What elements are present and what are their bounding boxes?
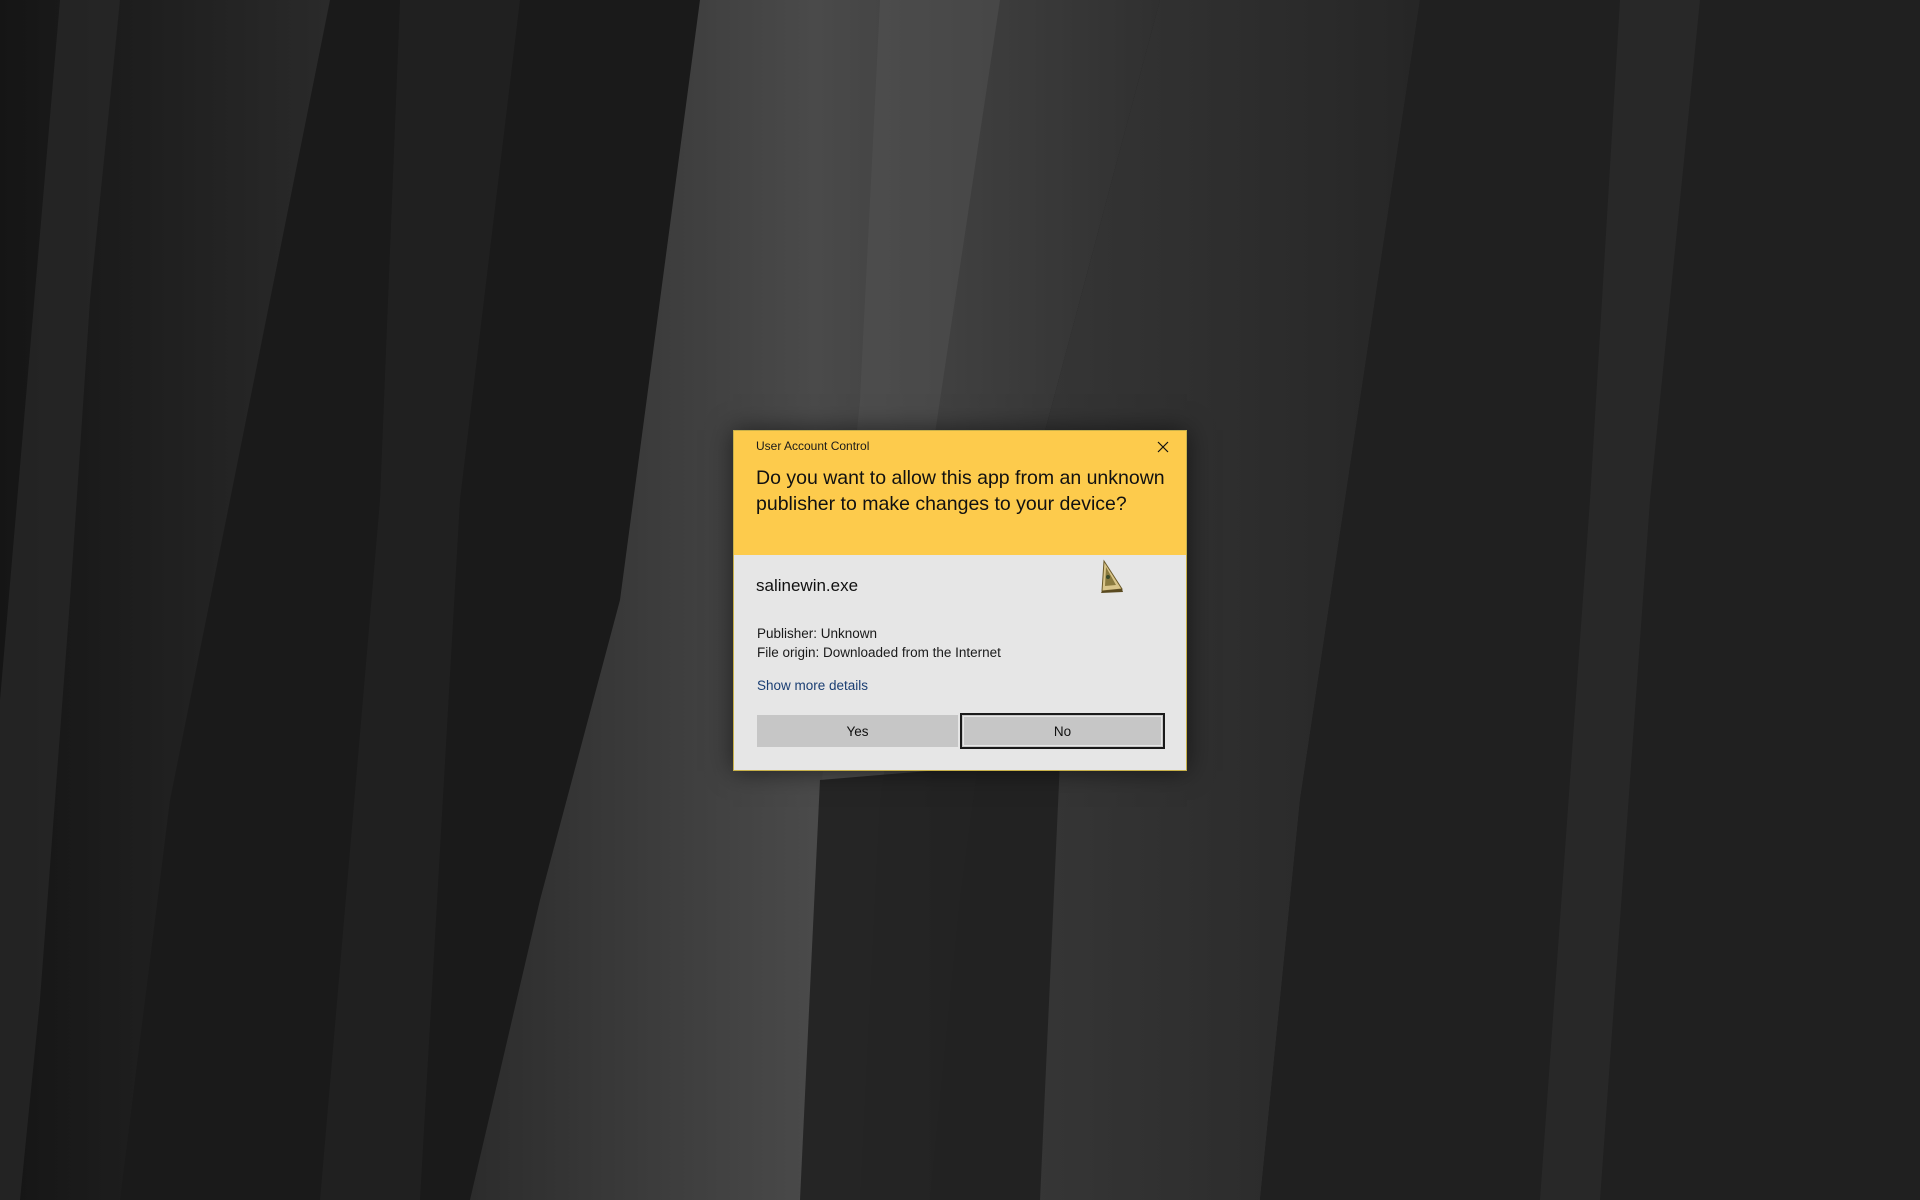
file-origin-line: File origin: Downloaded from the Interne… bbox=[757, 645, 1001, 660]
no-button[interactable]: No bbox=[960, 713, 1165, 749]
dialog-title: User Account Control bbox=[756, 439, 870, 453]
publisher-line: Publisher: Unknown bbox=[757, 626, 878, 641]
show-more-details-link[interactable]: Show more details bbox=[757, 678, 868, 693]
close-icon bbox=[1157, 441, 1169, 453]
uac-header: User Account Control Do you want to allo… bbox=[734, 431, 1186, 555]
yes-button[interactable]: Yes bbox=[757, 715, 958, 747]
uac-dialog: User Account Control Do you want to allo… bbox=[733, 430, 1187, 771]
close-button[interactable] bbox=[1140, 431, 1186, 463]
program-name: salinewin.exe bbox=[756, 576, 859, 595]
uac-question: Do you want to allow this app from an un… bbox=[756, 467, 1165, 515]
salinewin-app-icon bbox=[1101, 559, 1123, 593]
desktop: User Account Control Do you want to allo… bbox=[0, 0, 1920, 1200]
